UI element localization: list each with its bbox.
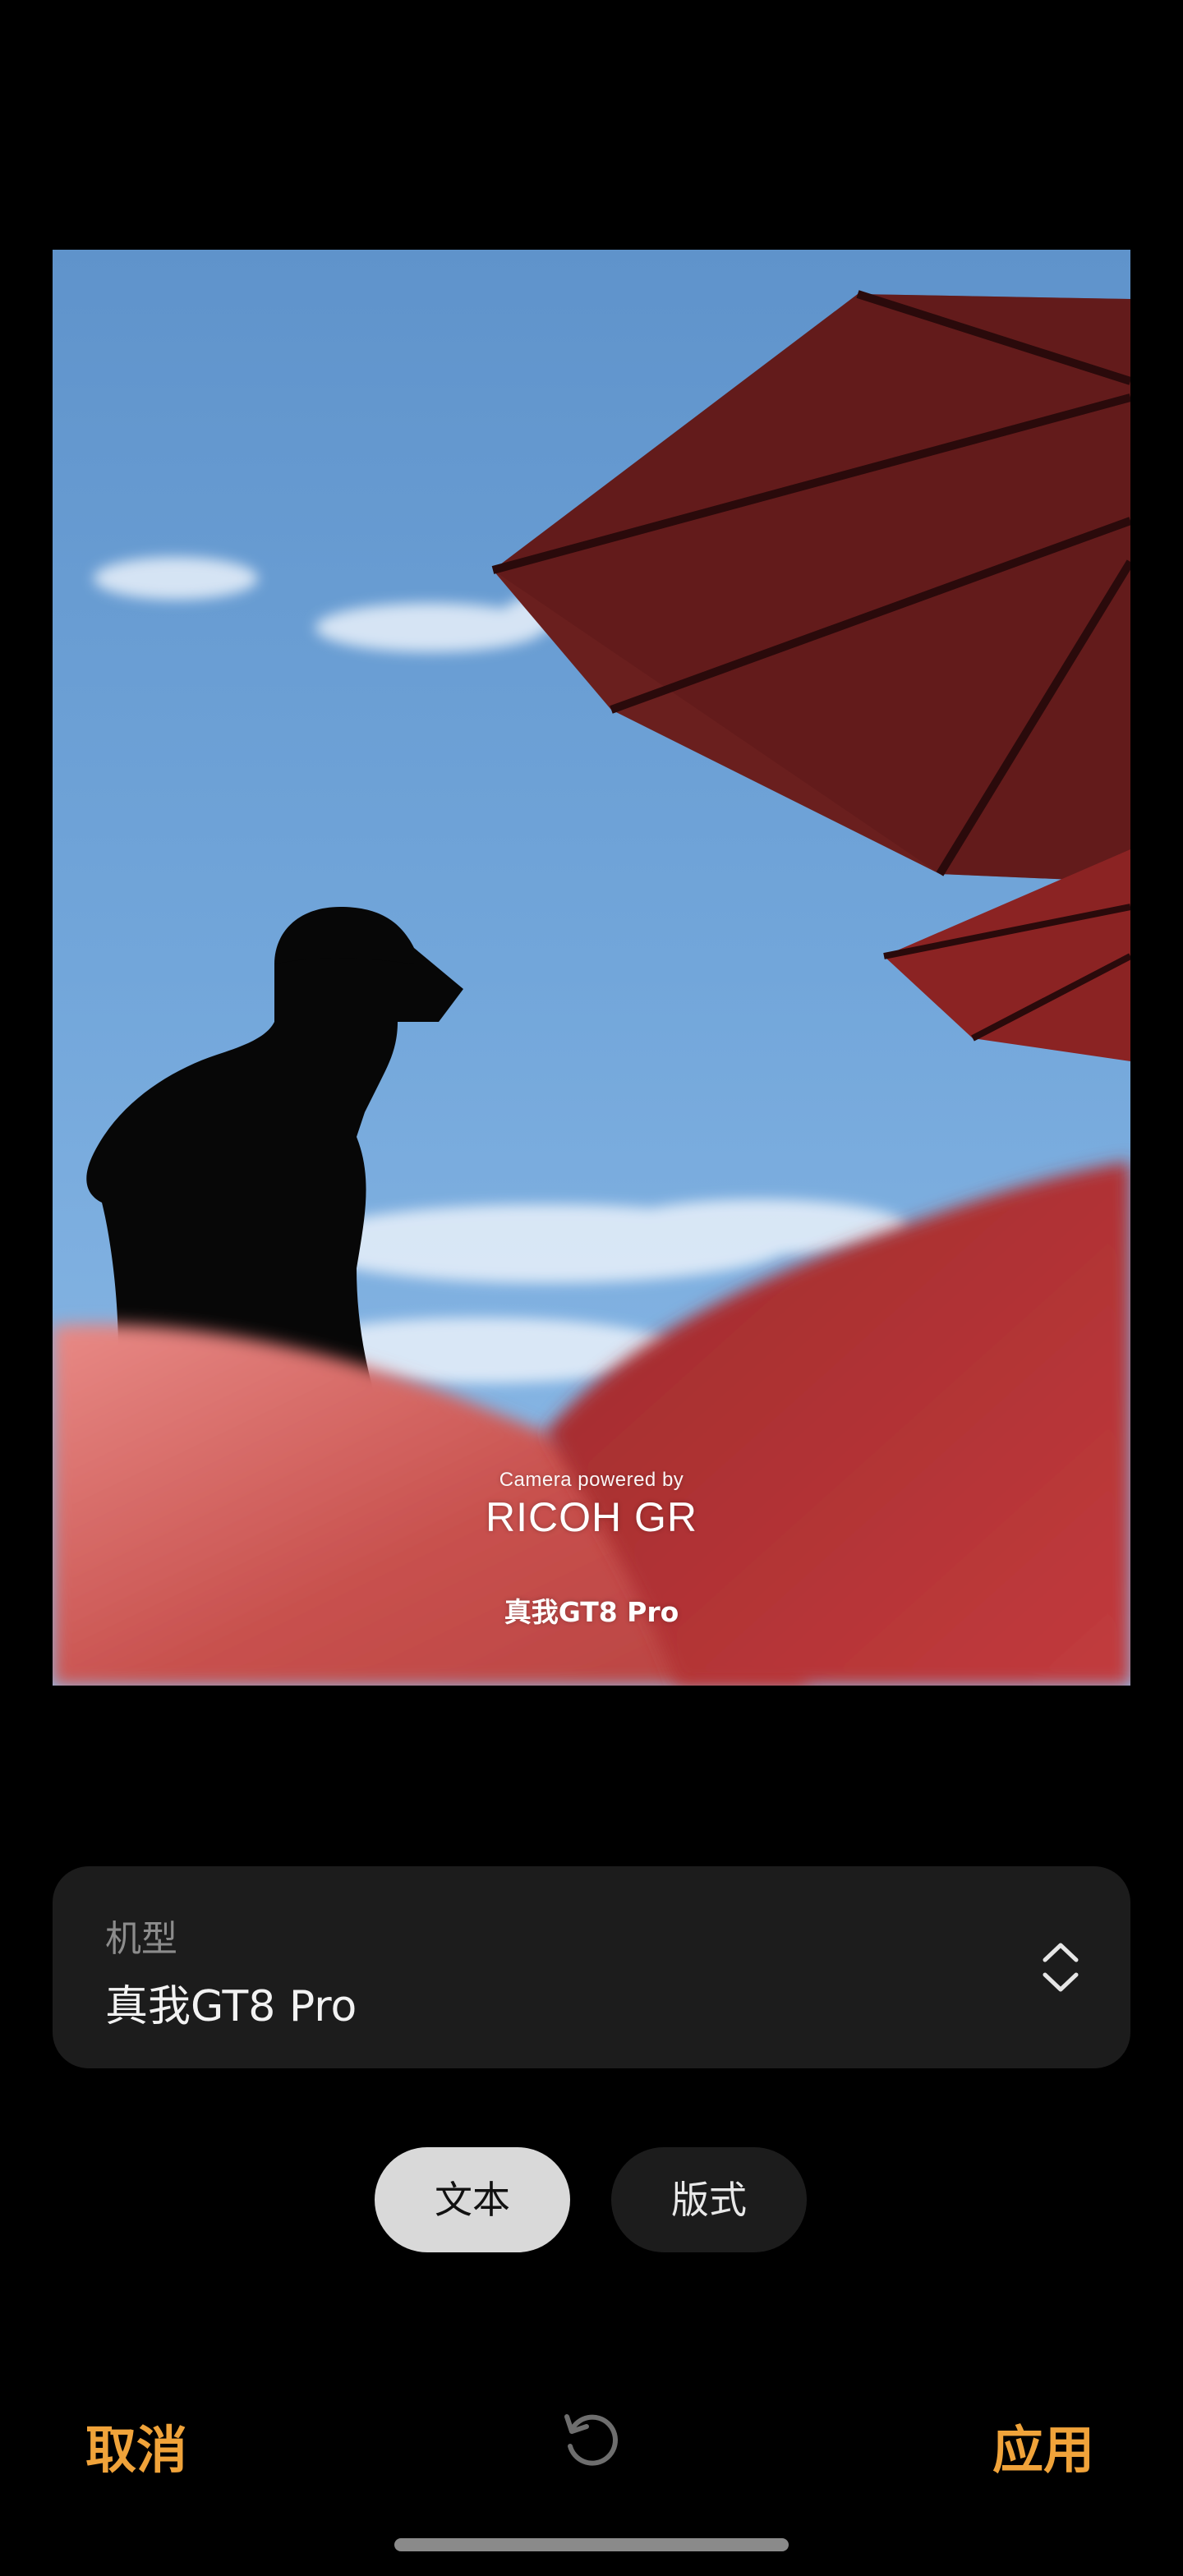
home-indicator[interactable] <box>394 2538 789 2551</box>
watermark-model: 真我GT8 Pro <box>504 1596 679 1628</box>
watermark-brand: RICOH GR <box>486 1494 697 1540</box>
chevron-up-down-icon[interactable] <box>1038 1940 1083 1994</box>
apply-button[interactable]: 应用 <box>992 2408 1094 2482</box>
tab-text[interactable]: 文本 <box>375 2147 570 2252</box>
mode-tabs: 文本 版式 <box>0 2147 1183 2252</box>
reset-icon[interactable] <box>559 2407 624 2472</box>
model-field-label: 机型 <box>105 1918 177 1960</box>
photo-preview: Camera powered by RICOH GR 真我GT8 Pro <box>53 250 1130 1686</box>
cancel-button[interactable]: 取消 <box>85 2408 187 2482</box>
watermark-caption: Camera powered by <box>499 1469 684 1491</box>
model-selector[interactable]: 机型 真我GT8 Pro <box>53 1866 1130 2068</box>
model-field-value: 真我GT8 Pro <box>105 1982 357 2031</box>
tab-layout[interactable]: 版式 <box>611 2147 807 2252</box>
